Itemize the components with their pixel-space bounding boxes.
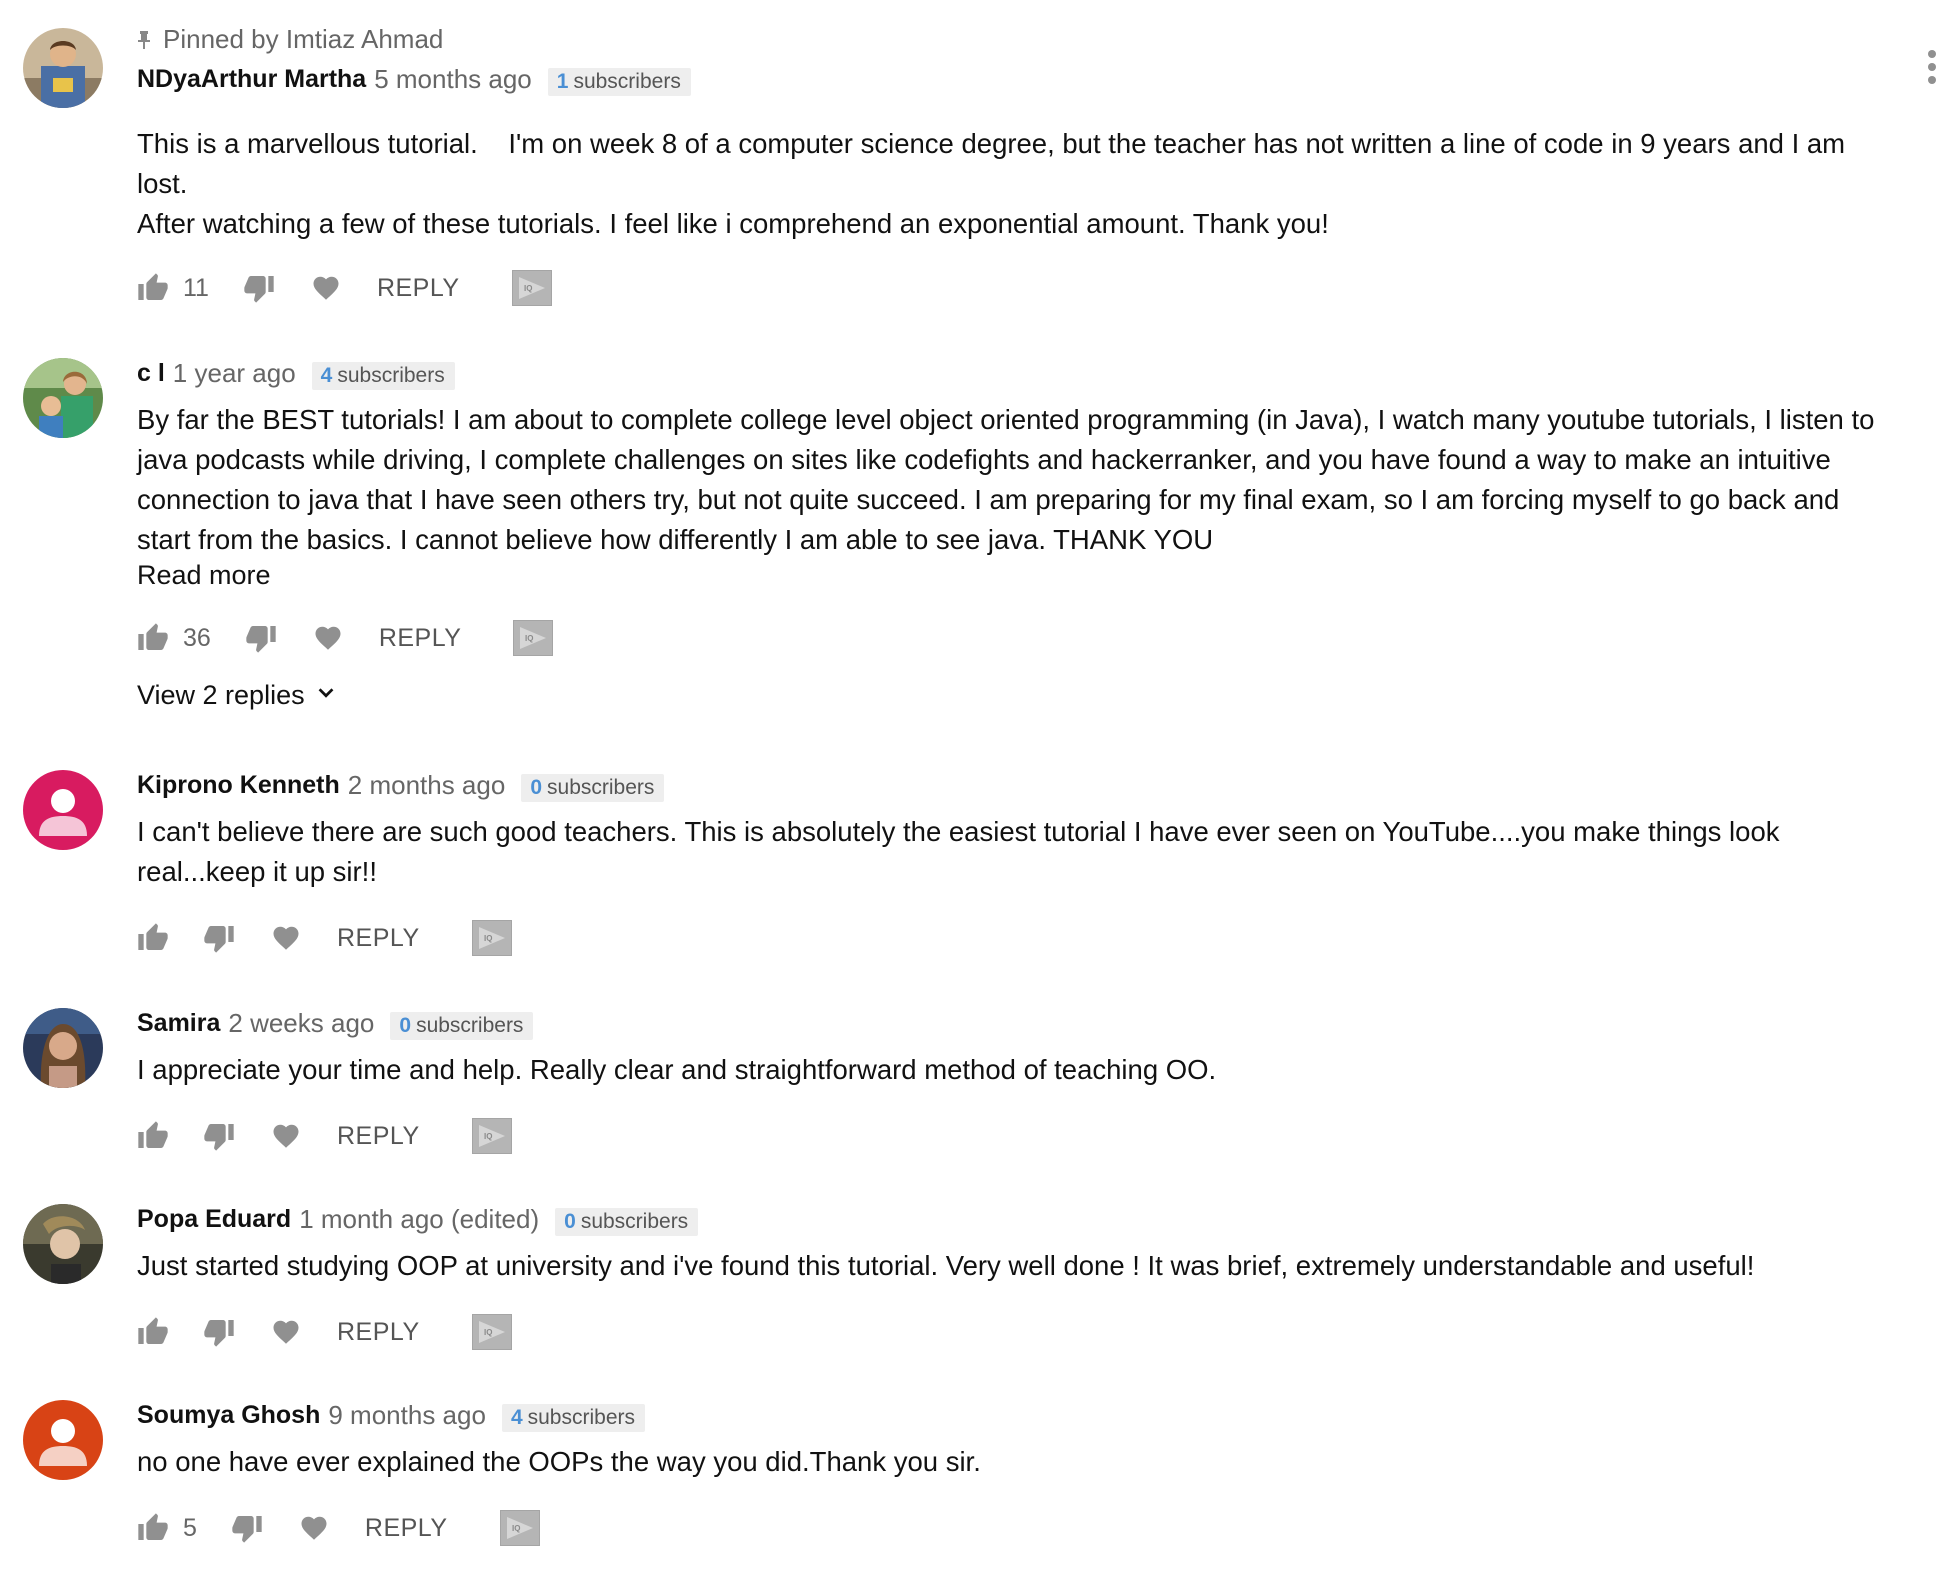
comment-text: I can't believe there are such good teac… (137, 816, 1788, 887)
comment-time[interactable]: 2 months ago (348, 770, 506, 801)
reply-button[interactable]: REPLY (377, 274, 460, 303)
more-vert-icon[interactable] (1926, 48, 1938, 91)
avatar[interactable] (23, 770, 103, 850)
heart-icon[interactable] (271, 1317, 301, 1347)
comment-time[interactable]: 5 months ago (374, 64, 532, 95)
author-name[interactable]: Soumya Ghosh (137, 1401, 320, 1430)
like-count: 11 (183, 273, 209, 302)
subscriber-label: subscribers (547, 776, 655, 799)
avatar[interactable] (23, 358, 103, 438)
like-count: 5 (183, 1513, 197, 1542)
comment-header: Soumya Ghosh 9 months ago 4 subscribers (137, 1398, 645, 1432)
subscriber-count: 0 (399, 1014, 412, 1037)
like-count: 36 (183, 623, 211, 652)
comment-actions: 36 REPLY (137, 618, 554, 658)
comment-actions: 5 REPLY (137, 1508, 540, 1548)
thumb-down-icon[interactable] (231, 1512, 263, 1544)
thumb-down-icon[interactable] (203, 1316, 235, 1348)
subscriber-badge: 1 subscribers (547, 68, 691, 96)
comment-time[interactable]: 1 year ago (173, 358, 296, 389)
comment-header: Kiprono Kenneth 2 months ago 0 subscriber… (137, 768, 665, 802)
comment-header: Samira 2 weeks ago 0 subscribers (137, 1006, 534, 1040)
comment-header: NDyaArthur Martha 5 months ago 1 subscrib… (137, 62, 691, 96)
subscriber-label: subscribers (416, 1014, 524, 1037)
thumb-down-icon[interactable] (203, 1120, 235, 1152)
read-more-link[interactable]: Read more (137, 560, 271, 591)
view-replies-button[interactable]: View 2 replies (137, 680, 337, 711)
comment-header: Popa Eduard 1 month ago (edited) 0 subscr… (137, 1202, 699, 1236)
thumb-down-icon[interactable] (245, 622, 277, 654)
subscriber-label: subscribers (337, 364, 445, 387)
thumb-up-icon[interactable] (137, 1316, 169, 1348)
comment-actions: 11 REPLY (137, 268, 552, 308)
author-name[interactable]: Popa Eduard (137, 1205, 291, 1234)
subscriber-count: 4 (510, 1406, 523, 1429)
author-name[interactable]: Samira (137, 1009, 220, 1038)
comment-text: no one have ever explained the OOPs the … (137, 1446, 981, 1477)
subscriber-label: subscribers (573, 70, 681, 93)
subscriber-badge: 4 subscribers (311, 362, 455, 390)
subscriber-badge: 0 subscribers (555, 1208, 699, 1236)
reply-button[interactable]: REPLY (337, 1122, 420, 1151)
iq-icon[interactable] (471, 1314, 512, 1350)
subscriber-count: 0 (530, 776, 543, 799)
author-name[interactable]: c l (137, 359, 165, 388)
chevron-down-icon (315, 680, 337, 711)
comment-actions: REPLY (137, 1116, 512, 1156)
subscriber-label: subscribers (580, 1210, 689, 1233)
pinned-badge: Pinned by Imtiaz Ahmad (137, 24, 443, 55)
thumb-up-icon[interactable] (137, 622, 169, 654)
heart-icon[interactable] (271, 923, 301, 953)
thumb-down-icon[interactable] (243, 272, 275, 304)
subscriber-count: 1 (556, 70, 569, 93)
reply-button[interactable]: REPLY (337, 924, 420, 953)
avatar[interactable] (23, 1008, 103, 1088)
iq-icon[interactable] (471, 1118, 512, 1154)
comment-text: This is a marvellous tutorial. I'm on we… (137, 128, 1846, 239)
heart-icon[interactable] (271, 1121, 301, 1151)
comment-text: By far the BEST tutorials! I am about to… (137, 404, 1883, 555)
comment-time[interactable]: 2 weeks ago (228, 1008, 374, 1039)
author-name[interactable]: NDyaArthur Martha (137, 65, 366, 94)
view-replies-label: View 2 replies (137, 680, 305, 710)
subscriber-count: 0 (564, 1210, 576, 1233)
pinned-label: Pinned by Imtiaz Ahmad (163, 24, 444, 54)
avatar[interactable] (23, 28, 103, 108)
thumb-up-icon[interactable] (137, 922, 169, 954)
comment-time[interactable]: 1 month ago (edited) (299, 1204, 539, 1235)
comment-actions: REPLY (137, 1312, 512, 1352)
comment-text: Just started studying OOP at university … (137, 1250, 1755, 1281)
thumb-up-icon[interactable] (137, 1512, 169, 1544)
thumb-up-icon[interactable] (137, 272, 169, 304)
subscriber-badge: 0 subscribers (390, 1012, 534, 1040)
comment-header: c l 1 year ago 4 subscribers (137, 356, 455, 390)
iq-icon[interactable] (513, 620, 554, 656)
subscriber-badge: 0 subscribers (521, 774, 665, 802)
iq-icon[interactable] (471, 920, 512, 956)
comment-time[interactable]: 9 months ago (328, 1400, 486, 1431)
author-name[interactable]: Kiprono Kenneth (137, 771, 340, 800)
thumb-up-icon[interactable] (137, 1120, 169, 1152)
iq-icon[interactable] (499, 1510, 540, 1546)
reply-button[interactable]: REPLY (337, 1318, 420, 1347)
heart-icon[interactable] (311, 273, 341, 303)
comment-actions: REPLY (137, 918, 512, 958)
heart-icon[interactable] (299, 1513, 329, 1543)
comment-text: I appreciate your time and help. Really … (137, 1054, 1217, 1085)
iq-icon[interactable] (511, 270, 552, 306)
avatar[interactable] (23, 1400, 103, 1480)
thumb-down-icon[interactable] (203, 922, 235, 954)
subscriber-badge: 4 subscribers (501, 1404, 645, 1432)
pin-icon (137, 30, 151, 50)
avatar[interactable] (23, 1204, 103, 1284)
reply-button[interactable]: REPLY (365, 1514, 448, 1543)
reply-button[interactable]: REPLY (379, 624, 462, 653)
heart-icon[interactable] (313, 623, 343, 653)
subscriber-label: subscribers (527, 1406, 635, 1429)
subscriber-count: 4 (320, 364, 333, 387)
